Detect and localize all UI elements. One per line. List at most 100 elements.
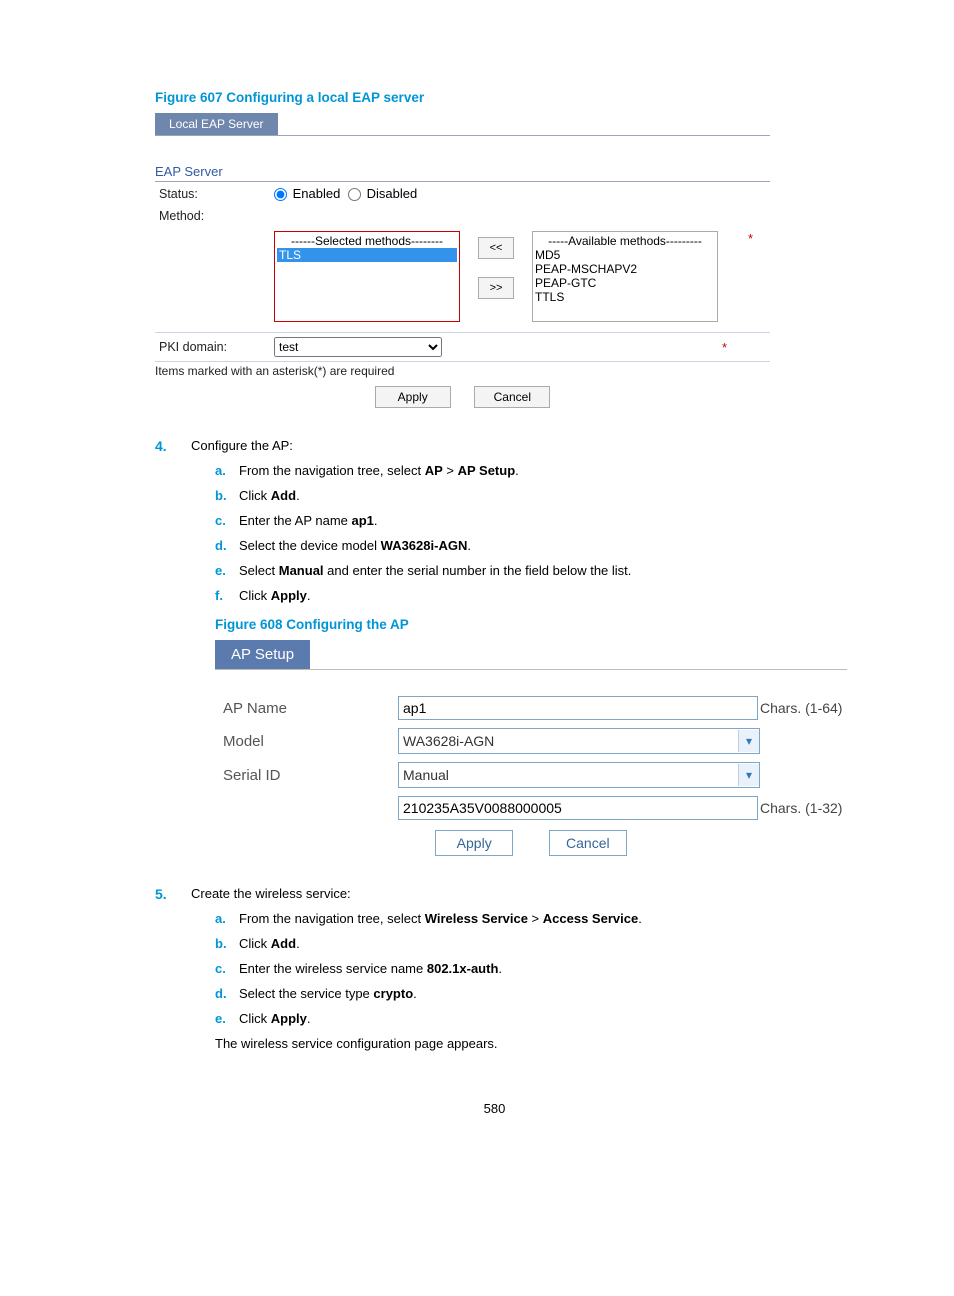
step-4b-post: .: [296, 488, 300, 503]
move-left-button[interactable]: <<: [478, 237, 514, 259]
step-4-number: 4.: [155, 438, 167, 454]
pki-domain-label: PKI domain:: [155, 340, 274, 354]
selected-method-tls[interactable]: TLS: [277, 248, 457, 262]
required-note: Items marked with an asterisk(*) are req…: [155, 362, 770, 378]
step-4f-b1: Apply: [271, 588, 307, 603]
available-method-md5[interactable]: MD5: [535, 248, 715, 262]
apply-button[interactable]: Apply: [375, 386, 451, 408]
step-4f-post: .: [307, 588, 311, 603]
step-5c-b1: 802.1x-auth: [427, 961, 499, 976]
status-radio-group: Enabled Disabled: [274, 186, 417, 201]
step-5d-b1: crypto: [373, 986, 413, 1001]
step-5b-num: b.: [215, 936, 227, 951]
available-methods-box[interactable]: -----Available methods--------- MD5 PEAP…: [532, 231, 718, 322]
step-4d-b1: WA3628i-AGN: [381, 538, 468, 553]
model-label: Model: [215, 733, 398, 750]
step-4e-post: and enter the serial number in the field…: [324, 563, 632, 578]
step-5d-post: .: [413, 986, 417, 1001]
enabled-radio[interactable]: Enabled: [274, 186, 340, 201]
step-5e: e. Click Apply.: [215, 1011, 834, 1026]
step-5a-num: a.: [215, 911, 226, 926]
model-select[interactable]: WA3628i-AGN ▾: [398, 728, 760, 754]
selected-methods-header: ------Selected methods--------: [277, 234, 457, 248]
step-5c-post: .: [498, 961, 502, 976]
step-5c: c.Enter the wireless service name 802.1x…: [215, 961, 834, 976]
step-4a-mid: >: [443, 463, 458, 478]
figure-608-title: Figure 608 Configuring the AP: [215, 617, 834, 632]
step-5e-b1: Apply: [271, 1011, 307, 1026]
step-5-number: 5.: [155, 886, 167, 902]
apply-button[interactable]: Apply: [435, 830, 513, 856]
step-4c: c. Enter the AP name ap1.: [215, 513, 834, 528]
step-5-intro: Create the wireless service:: [191, 886, 351, 901]
ap-name-input[interactable]: [398, 696, 758, 720]
step-5e-pre: Click: [239, 1011, 271, 1026]
serial-id-select-value: Manual: [403, 767, 449, 783]
step-4a-b1: AP: [425, 463, 443, 478]
serial-number-input[interactable]: [398, 796, 758, 820]
figure-607-screenshot: Local EAP Server EAP Server Status: Enab…: [155, 113, 770, 408]
step-4d-post: .: [467, 538, 471, 553]
step-5e-post: .: [307, 1011, 311, 1026]
serial-id-label: Serial ID: [215, 767, 398, 784]
step-4c-num: c.: [215, 513, 226, 528]
required-star: *: [748, 231, 753, 246]
disabled-radio[interactable]: Disabled: [348, 186, 417, 201]
chevron-down-icon: ▾: [738, 764, 759, 786]
available-method-peap-gtc[interactable]: PEAP-GTC: [535, 276, 715, 290]
ap-name-hint: Chars. (1-64): [760, 700, 842, 716]
pki-domain-select[interactable]: test: [274, 337, 442, 357]
step-4f-pre: Click: [239, 588, 271, 603]
available-method-peap-mschapv2[interactable]: PEAP-MSCHAPV2: [535, 262, 715, 276]
step-5b: b.Click Add.: [215, 936, 834, 951]
step-4f-num: f.: [215, 588, 223, 603]
step-4c-pre: Enter the AP name: [239, 513, 352, 528]
ap-setup-tab[interactable]: AP Setup: [215, 640, 310, 669]
step-5c-pre: Enter the wireless service name: [239, 961, 427, 976]
step-4a-pre: From the navigation tree, select: [239, 463, 425, 478]
step-4a-num: a.: [215, 463, 226, 478]
step-4e-b1: Manual: [279, 563, 324, 578]
move-right-button[interactable]: >>: [478, 277, 514, 299]
page-number: 580: [155, 1101, 834, 1116]
enabled-radio-label: Enabled: [293, 186, 341, 201]
step-5a-b2: Access Service: [543, 911, 638, 926]
required-star-2: *: [722, 340, 727, 355]
selected-methods-box[interactable]: ------Selected methods-------- TLS: [274, 231, 460, 322]
step-5-extra: The wireless service configuration page …: [191, 1036, 834, 1051]
step-4-intro: Configure the AP:: [191, 438, 293, 453]
step-5a-mid: >: [528, 911, 543, 926]
step-4d-pre: Select the device model: [239, 538, 381, 553]
step-5a-post: .: [638, 911, 642, 926]
step-5: 5. Create the wireless service: a. From t…: [155, 886, 834, 1051]
step-4b: b.Click Add.: [215, 488, 834, 503]
cancel-button[interactable]: Cancel: [474, 386, 550, 408]
step-5a-b1: Wireless Service: [425, 911, 528, 926]
eap-server-section: EAP Server: [155, 164, 770, 182]
step-5a-pre: From the navigation tree, select: [239, 911, 425, 926]
model-select-value: WA3628i-AGN: [403, 733, 494, 749]
disabled-radio-input[interactable]: [348, 188, 361, 201]
step-4: 4. Configure the AP: a. From the navigati…: [155, 438, 834, 856]
step-4b-b1: Add: [271, 488, 296, 503]
method-label: Method:: [155, 209, 274, 223]
step-4c-b1: ap1: [352, 513, 374, 528]
step-4f: f. Click Apply.: [215, 588, 834, 603]
available-method-ttls[interactable]: TTLS: [535, 290, 715, 304]
step-4d: d. Select the device model WA3628i-AGN.: [215, 538, 834, 553]
step-5e-num: e.: [215, 1011, 226, 1026]
step-4e-pre: Select: [239, 563, 279, 578]
step-4b-pre: Click: [239, 488, 271, 503]
local-eap-server-tab[interactable]: Local EAP Server: [155, 113, 278, 135]
step-4c-post: .: [374, 513, 378, 528]
cancel-button[interactable]: Cancel: [549, 830, 627, 856]
step-5d-pre: Select the service type: [239, 986, 373, 1001]
serial-id-select[interactable]: Manual ▾: [398, 762, 760, 788]
step-5b-post: .: [296, 936, 300, 951]
serial-hint: Chars. (1-32): [760, 800, 842, 816]
step-4d-num: d.: [215, 538, 227, 553]
enabled-radio-input[interactable]: [274, 188, 287, 201]
disabled-radio-label: Disabled: [367, 186, 418, 201]
step-5a: a. From the navigation tree, select Wirel…: [215, 911, 834, 926]
step-5d: d.Select the service type crypto.: [215, 986, 834, 1001]
